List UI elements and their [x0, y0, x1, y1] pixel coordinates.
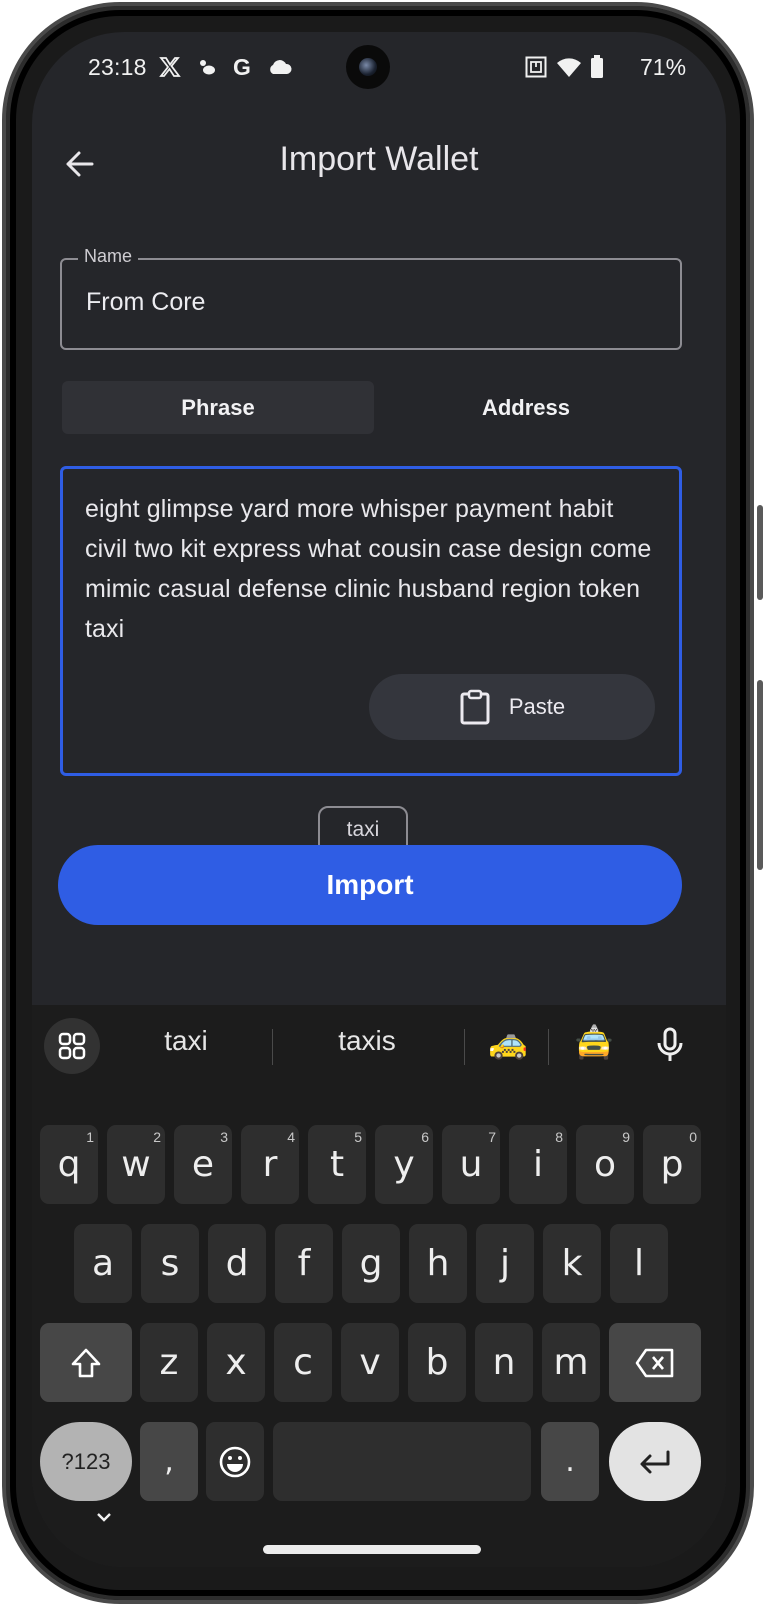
key-k[interactable]: k: [543, 1224, 601, 1303]
keyboard-menu-button[interactable]: [44, 1018, 100, 1074]
key-number-hint: 3: [220, 1129, 228, 1145]
suggestion-2[interactable]: taxis: [316, 1025, 418, 1057]
key-number-hint: 5: [354, 1129, 362, 1145]
period-key[interactable]: .: [541, 1422, 599, 1501]
smiley-icon: [219, 1446, 251, 1477]
x-app-icon: [158, 55, 182, 79]
key-i[interactable]: i8: [509, 1125, 567, 1204]
key-n[interactable]: n: [475, 1323, 533, 1402]
suggestion-1[interactable]: taxi: [136, 1025, 236, 1057]
battery-percent: 71%: [640, 54, 687, 80]
emoji-key[interactable]: [206, 1422, 264, 1501]
key-r[interactable]: r4: [241, 1125, 299, 1204]
suggestion-divider: [548, 1029, 549, 1065]
enter-key[interactable]: [609, 1422, 701, 1501]
key-number-hint: 0: [689, 1129, 697, 1145]
microphone-icon: [657, 1027, 683, 1061]
key-label: e: [191, 1144, 215, 1185]
key-label: r: [262, 1144, 278, 1185]
key-j[interactable]: j: [476, 1224, 534, 1303]
apps-grid-icon: [58, 1032, 86, 1060]
key-h[interactable]: h: [409, 1224, 467, 1303]
cloud-weather-icon: [196, 55, 218, 79]
key-p[interactable]: p0: [643, 1125, 701, 1204]
taxi-emoji-suggestion[interactable]: 🚕: [488, 1023, 528, 1061]
name-field[interactable]: Name From Core: [60, 246, 682, 350]
google-icon: G: [233, 53, 251, 80]
key-e[interactable]: e3: [174, 1125, 232, 1204]
tab-address[interactable]: Address: [370, 381, 682, 434]
key-number-hint: 2: [153, 1129, 161, 1145]
page-title: Import Wallet: [279, 140, 479, 178]
key-c[interactable]: c: [274, 1323, 332, 1402]
paste-button-label: Paste: [508, 694, 566, 719]
key-number-hint: 9: [622, 1129, 630, 1145]
import-button[interactable]: Import: [58, 845, 682, 925]
key-number-hint: 6: [421, 1129, 429, 1145]
shift-key[interactable]: [40, 1323, 132, 1402]
key-b[interactable]: b: [408, 1323, 466, 1402]
key-label: t: [329, 1144, 345, 1185]
shift-icon: [71, 1348, 101, 1377]
key-label: o: [593, 1144, 617, 1185]
suggestion-divider: [272, 1029, 273, 1065]
key-m[interactable]: m: [542, 1323, 600, 1402]
enter-icon: [640, 1450, 670, 1473]
key-o[interactable]: o9: [576, 1125, 634, 1204]
key-w[interactable]: w2: [107, 1125, 165, 1204]
phrase-input-value[interactable]: eight glimpse yard more whisper payment …: [85, 489, 655, 649]
status-time: 23:18: [88, 54, 147, 80]
hide-keyboard-icon[interactable]: [92, 1505, 116, 1529]
key-f[interactable]: f: [275, 1224, 333, 1303]
power-button: [757, 680, 763, 870]
key-y[interactable]: y6: [375, 1125, 433, 1204]
suggestion-divider: [464, 1029, 465, 1065]
key-number-hint: 4: [287, 1129, 295, 1145]
key-g[interactable]: g: [342, 1224, 400, 1303]
clipboard-icon: [460, 689, 490, 725]
key-l[interactable]: l: [610, 1224, 668, 1303]
status-bar: 23:18 G 71%: [32, 32, 726, 102]
comma-key[interactable]: ,: [140, 1422, 198, 1501]
key-d[interactable]: d: [208, 1224, 266, 1303]
key-label: p: [660, 1144, 684, 1185]
key-q[interactable]: q1: [40, 1125, 98, 1204]
home-indicator[interactable]: [263, 1545, 481, 1554]
space-key[interactable]: [273, 1422, 531, 1501]
volume-button: [757, 505, 763, 600]
backspace-key[interactable]: [609, 1323, 701, 1402]
key-t[interactable]: t5: [308, 1125, 366, 1204]
key-number-hint: 1: [86, 1129, 94, 1145]
key-label: w: [121, 1144, 151, 1185]
name-field-value[interactable]: From Core: [86, 288, 205, 317]
wifi-icon: [554, 55, 584, 79]
name-field-label: Name: [78, 246, 139, 267]
paste-button[interactable]: Paste: [369, 674, 655, 740]
oncoming-taxi-emoji-suggestion[interactable]: 🚖: [574, 1023, 614, 1061]
keyboard: taxi taxis 🚕 🚖 q1w2e3r4t5y6u7i8o9p0 asdf…: [32, 1005, 726, 1567]
backspace-icon: [635, 1348, 674, 1377]
symbols-key[interactable]: ?123: [40, 1422, 132, 1501]
nfc-icon: [524, 55, 548, 79]
front-camera: [346, 45, 390, 89]
tab-phrase[interactable]: Phrase: [62, 381, 374, 434]
key-z[interactable]: z: [140, 1323, 198, 1402]
suggestion-strip: taxi taxis 🚕 🚖: [32, 1005, 726, 1085]
key-label: q: [57, 1144, 81, 1185]
key-x[interactable]: x: [207, 1323, 265, 1402]
key-label: u: [459, 1144, 483, 1185]
key-label: i: [532, 1144, 543, 1185]
cloud-icon: [266, 55, 294, 79]
screen: 23:18 G 71% Import Wallet Name From Core: [32, 32, 726, 1567]
microphone-button[interactable]: [656, 1027, 684, 1068]
key-v[interactable]: v: [341, 1323, 399, 1402]
key-a[interactable]: a: [74, 1224, 132, 1303]
key-label: y: [393, 1144, 415, 1185]
key-number-hint: 7: [488, 1129, 496, 1145]
key-u[interactable]: u7: [442, 1125, 500, 1204]
battery-icon: [588, 55, 606, 79]
key-s[interactable]: s: [141, 1224, 199, 1303]
key-number-hint: 8: [555, 1129, 563, 1145]
phrase-input[interactable]: eight glimpse yard more whisper payment …: [60, 466, 682, 776]
